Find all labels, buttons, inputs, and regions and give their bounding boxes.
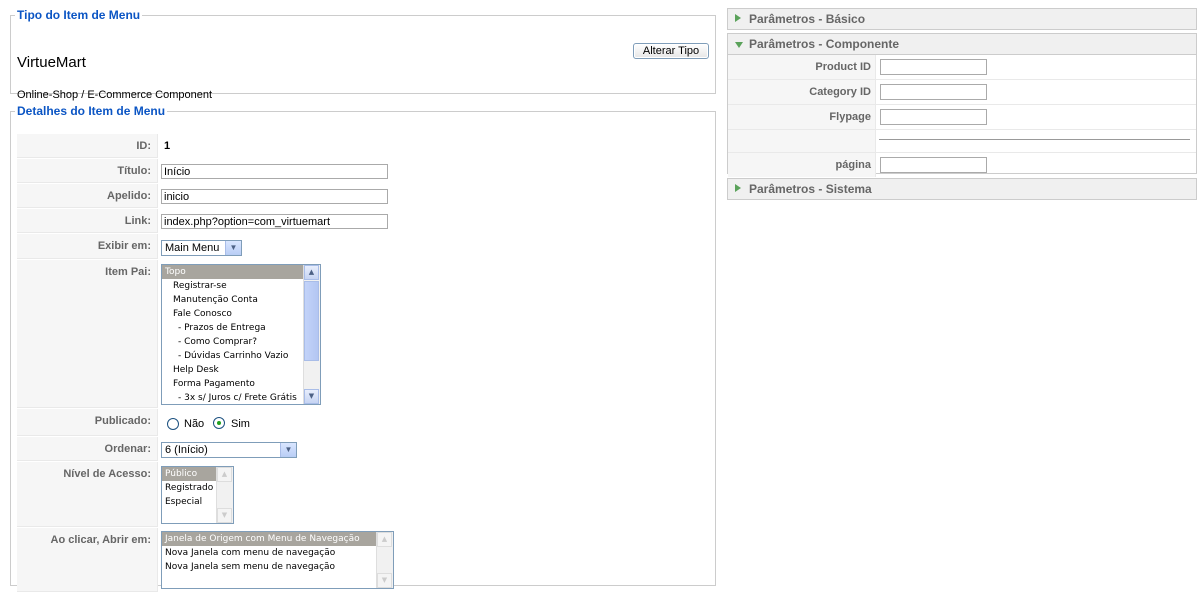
triangle-right-icon — [735, 184, 741, 192]
list-item[interactable]: - 3x s/ Juros c/ Frete Grátis — [162, 391, 320, 404]
triangle-right-icon — [735, 14, 741, 22]
chevron-up-icon[interactable]: ▲ — [304, 265, 319, 280]
parent-item-list[interactable]: Topo Registrar-se Manutenção Conta Fale … — [161, 264, 321, 405]
chevron-down-icon: ▼ — [280, 443, 296, 457]
alias-input[interactable] — [161, 189, 388, 204]
category-id-label: Category ID — [728, 80, 876, 104]
parent-row: Item Pai: Topo Registrar-se Manutenção C… — [17, 260, 711, 408]
list-item[interactable]: Forma Pagamento — [162, 377, 320, 391]
list-item[interactable]: - Dúvidas Carrinho Vazio — [162, 349, 320, 363]
id-label: ID: — [136, 140, 151, 152]
onclick-label: Ao clicar, Abrir em: — [50, 534, 151, 546]
chevron-up-icon[interactable]: ▲ — [377, 532, 392, 547]
product-id-input[interactable] — [880, 59, 987, 75]
category-id-input[interactable] — [880, 84, 987, 100]
id-value: 1 — [164, 140, 171, 152]
access-list-scrollbar[interactable]: ▲ ▼ — [216, 467, 233, 523]
params-system-panel: Parâmetros - Sistema — [727, 178, 1197, 200]
separator-line — [879, 139, 1190, 140]
id-row: ID: 1 — [17, 134, 711, 158]
order-label: Ordenar: — [104, 443, 151, 455]
component-description: Online-Shop / E-Commerce Component — [17, 89, 213, 101]
order-select-value: 6 (Início) — [165, 444, 208, 456]
chevron-up-icon[interactable]: ▲ — [217, 467, 232, 482]
published-label: Publicado: — [94, 415, 151, 427]
menu-item-type-fieldset: Tipo do Item de Menu VirtueMart Online-S… — [10, 8, 716, 101]
scrollbar-thumb[interactable] — [304, 281, 319, 361]
separator-row — [728, 130, 1196, 153]
product-id-row: Product ID — [728, 55, 1196, 80]
menu-item-type-legend: Tipo do Item de Menu — [17, 8, 141, 22]
menu-item-details-fieldset: Detalhes do Item de Menu ID: 1 Título: A… — [10, 104, 716, 592]
params-system-toggle[interactable]: Parâmetros - Sistema — [728, 179, 1196, 199]
list-item[interactable]: Manutenção Conta — [162, 293, 320, 307]
chevron-down-icon: ▼ — [225, 241, 241, 255]
list-item[interactable]: Fale Conosco — [162, 307, 320, 321]
chevron-down-icon[interactable]: ▼ — [217, 508, 232, 523]
list-item[interactable]: - Como Comprar? — [162, 335, 320, 349]
list-item[interactable]: Nova Janela com menu de navegação — [162, 546, 393, 560]
title-row: Título: — [17, 159, 711, 183]
chevron-down-icon[interactable]: ▼ — [377, 573, 392, 588]
list-item[interactable]: Registrar-se — [162, 279, 320, 293]
onclick-list-scrollbar[interactable]: ▲ ▼ — [376, 532, 393, 588]
page-label: página — [728, 153, 876, 177]
link-label: Link: — [124, 215, 151, 227]
chevron-down-icon[interactable]: ▼ — [304, 389, 319, 404]
access-level-list[interactable]: Público Registrado Especial ▲ ▼ — [161, 466, 234, 524]
flypage-row: Flypage — [728, 105, 1196, 130]
product-id-label: Product ID — [728, 55, 876, 79]
params-basic-toggle[interactable]: Parâmetros - Básico — [728, 9, 1196, 29]
published-row: Publicado: Não Sim — [17, 409, 711, 436]
link-input[interactable] — [161, 214, 388, 229]
page-input[interactable] — [880, 157, 987, 173]
params-component-toggle[interactable]: Parâmetros - Componente — [728, 34, 1196, 55]
title-input[interactable] — [161, 164, 388, 179]
onclick-target-list[interactable]: Janela de Origem com Menu de Navegação N… — [161, 531, 394, 589]
list-item[interactable]: Nova Janela sem menu de navegação — [162, 560, 393, 574]
params-system-title: Parâmetros - Sistema — [749, 182, 872, 196]
params-basic-title: Parâmetros - Básico — [749, 12, 866, 26]
order-select[interactable]: 6 (Início) ▼ — [161, 442, 297, 458]
list-item[interactable]: Help Desk — [162, 363, 320, 377]
published-no-radio[interactable] — [167, 418, 179, 430]
published-yes-radio[interactable] — [213, 417, 225, 429]
params-basic-panel: Parâmetros - Básico — [727, 8, 1197, 30]
published-no-label: Não — [184, 418, 205, 430]
menu-select-value: Main Menu — [165, 242, 220, 254]
component-name: VirtueMart — [17, 54, 86, 71]
alias-label: Apelido: — [107, 190, 151, 202]
flypage-input[interactable] — [880, 109, 987, 125]
list-item[interactable]: Janela de Origem com Menu de Navegação — [162, 532, 377, 546]
list-item[interactable]: - Prazos de Entrega — [162, 321, 320, 335]
category-id-row: Category ID — [728, 80, 1196, 105]
menu-label: Exibir em: — [97, 240, 151, 252]
params-component-title: Parâmetros - Componente — [749, 37, 900, 51]
access-row: Nível de Acesso: Público Registrado Espe… — [17, 462, 711, 527]
menu-select[interactable]: Main Menu ▼ — [161, 240, 242, 256]
list-item[interactable]: Público — [162, 467, 216, 481]
list-item[interactable]: Topo — [162, 265, 320, 279]
menu-row: Exibir em: Main Menu ▼ — [17, 234, 711, 259]
triangle-down-icon — [735, 42, 743, 48]
order-row: Ordenar: 6 (Início) ▼ — [17, 437, 711, 461]
params-component-panel: Parâmetros - Componente Product ID Categ… — [727, 33, 1197, 177]
menu-item-details-legend: Detalhes do Item de Menu — [17, 104, 166, 118]
access-label: Nível de Acesso: — [63, 468, 151, 480]
onclick-row: Ao clicar, Abrir em: Janela de Origem co… — [17, 528, 711, 592]
parent-list-scrollbar[interactable]: ▲ ▼ — [303, 265, 320, 404]
change-type-button[interactable]: Alterar Tipo — [633, 43, 709, 59]
flypage-label: Flypage — [728, 105, 876, 129]
parent-label: Item Pai: — [105, 266, 151, 278]
link-row: Link: — [17, 209, 711, 233]
page-row: página — [728, 153, 1196, 177]
title-label: Título: — [117, 165, 151, 177]
alias-row: Apelido: — [17, 184, 711, 208]
published-yes-label: Sim — [231, 418, 250, 430]
